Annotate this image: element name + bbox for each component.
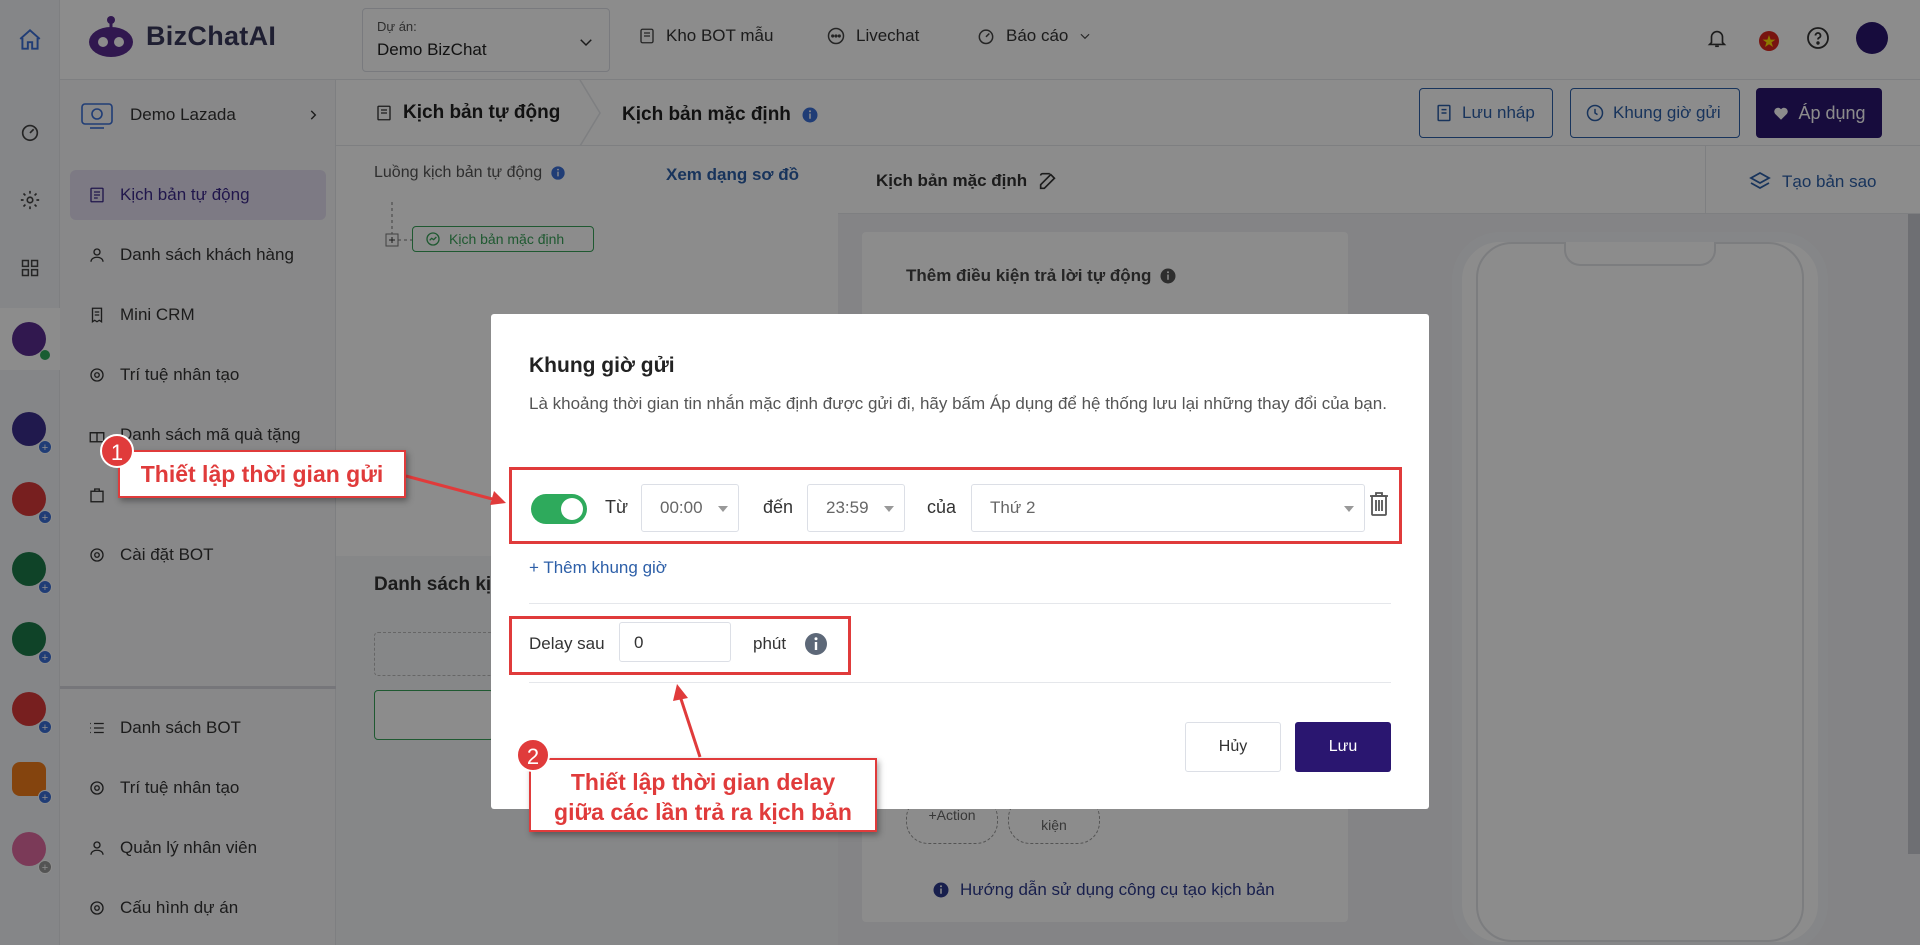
callout-send-time: Thiết lập thời gian gửi [118,450,406,498]
callout-delay-line2: giữa các lần trả ra kịch bản [554,799,852,825]
callout-delay: Thiết lập thời gian delay giữa các lần t… [529,758,877,832]
step-badge-1: 1 [100,434,134,468]
step-badge-2: 2 [516,738,550,772]
callout-delay-line1: Thiết lập thời gian delay [570,769,836,795]
